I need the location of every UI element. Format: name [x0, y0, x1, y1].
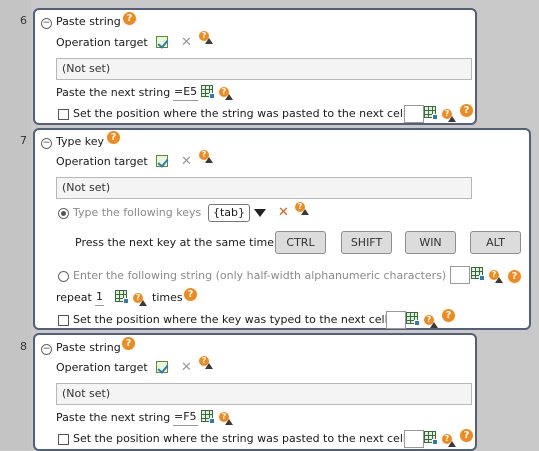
help-icon[interactable]: ? [184, 288, 197, 301]
next-cell-label: Set the position where the string was pa… [73, 432, 406, 445]
cell-picker-icon[interactable] [424, 106, 438, 120]
repeat-count-value[interactable]: 1 [95, 289, 104, 306]
string-help-icon[interactable]: ? [489, 270, 505, 284]
keys-dropdown[interactable]: {tab} [208, 204, 251, 222]
paste-help-icon[interactable]: ? [219, 412, 235, 426]
type-keys-radio[interactable] [58, 208, 69, 219]
target-field[interactable]: (Not set) [56, 58, 472, 80]
next-cell-label: Set the position where the key was typed… [73, 313, 388, 326]
collapse-toggle-icon[interactable]: − [41, 344, 52, 355]
cell-picker-icon[interactable] [201, 410, 215, 424]
cell-picker-icon[interactable] [424, 431, 438, 445]
help-icon[interactable]: ? [442, 309, 455, 322]
clear-keys-icon[interactable]: ✕ [278, 206, 289, 219]
help-icon[interactable]: ? [122, 337, 135, 350]
next-cell-input[interactable] [404, 430, 424, 448]
next-cell-input[interactable] [404, 105, 424, 123]
collapse-toggle-icon[interactable]: − [41, 18, 52, 29]
ctrl-key-button[interactable]: CTRL [275, 231, 326, 254]
operation-target-label: Operation target [56, 36, 148, 49]
enter-string-radio[interactable] [58, 271, 69, 282]
target-field[interactable]: (Not set) [56, 383, 472, 405]
chevron-down-icon[interactable] [254, 209, 266, 217]
paste-string-label: Paste the next string [56, 411, 171, 424]
edit-target-icon[interactable] [156, 361, 168, 373]
step-number: 8 [20, 340, 27, 353]
help-icon[interactable]: ? [123, 12, 136, 25]
cell-picker-icon[interactable] [115, 290, 129, 304]
enter-string-label: Enter the following string (only half-wi… [73, 269, 447, 282]
cell-picker-icon[interactable] [201, 85, 215, 99]
cell-picker-icon[interactable] [471, 267, 485, 281]
target-field[interactable]: (Not set) [56, 177, 472, 199]
next-cell-checkbox[interactable] [58, 434, 69, 445]
next-cell-help-icon[interactable]: ? [424, 315, 440, 329]
press-same-time-label: Press the next key at the same time [75, 236, 275, 249]
help-icon[interactable]: ? [107, 131, 120, 144]
shift-key-button[interactable]: SHIFT [341, 231, 392, 254]
help-icon[interactable]: ? [460, 104, 473, 117]
target-help-icon[interactable]: ? [199, 356, 215, 370]
step-card-type-key: − Type key ? Operation target ✕ ? (Not s… [33, 128, 531, 330]
cell-picker-icon[interactable] [406, 312, 420, 326]
clear-target-icon[interactable]: ✕ [181, 361, 192, 374]
clear-target-icon[interactable]: ✕ [181, 36, 192, 49]
paste-help-icon[interactable]: ? [219, 87, 235, 101]
step-number: 6 [20, 14, 27, 27]
paste-string-label: Paste the next string [56, 86, 171, 99]
next-cell-checkbox[interactable] [58, 315, 69, 326]
times-label: times [152, 291, 183, 304]
help-icon[interactable]: ? [460, 429, 473, 442]
paste-string-value[interactable]: =E5 [173, 84, 199, 101]
next-cell-label: Set the position where the string was pa… [73, 107, 406, 120]
type-keys-label: Type the following keys [73, 206, 202, 219]
step-number: 7 [20, 134, 27, 147]
repeat-label: repeat [56, 291, 92, 304]
step-title: Paste string [56, 15, 121, 28]
target-help-icon[interactable]: ? [199, 150, 215, 164]
help-icon[interactable]: ? [508, 270, 521, 283]
edit-target-icon[interactable] [156, 36, 168, 48]
keys-help-icon[interactable]: ? [295, 202, 311, 216]
step-card-paste-string: − Paste string ? Operation target ✕ ? (N… [33, 333, 477, 451]
operation-target-label: Operation target [56, 155, 148, 168]
enter-string-input[interactable] [450, 266, 470, 284]
next-cell-input[interactable] [386, 311, 406, 329]
next-cell-help-icon[interactable]: ? [442, 109, 458, 123]
step-title: Type key [56, 135, 105, 148]
target-help-icon[interactable]: ? [199, 31, 215, 45]
paste-string-value[interactable]: =F5 [173, 409, 198, 426]
step-title: Paste string [56, 341, 121, 354]
edit-target-icon[interactable] [156, 155, 168, 167]
clear-target-icon[interactable]: ✕ [181, 155, 192, 168]
collapse-toggle-icon[interactable]: − [41, 138, 52, 149]
step-gutter [0, 0, 31, 450]
next-cell-checkbox[interactable] [58, 109, 69, 120]
win-key-button[interactable]: WIN [405, 231, 456, 254]
alt-key-button[interactable]: ALT [470, 231, 521, 254]
repeat-help-icon[interactable]: ? [133, 293, 149, 307]
next-cell-help-icon[interactable]: ? [442, 434, 458, 448]
operation-target-label: Operation target [56, 361, 148, 374]
step-card-paste-string: − Paste string ? Operation target ✕ ? (N… [33, 8, 477, 125]
